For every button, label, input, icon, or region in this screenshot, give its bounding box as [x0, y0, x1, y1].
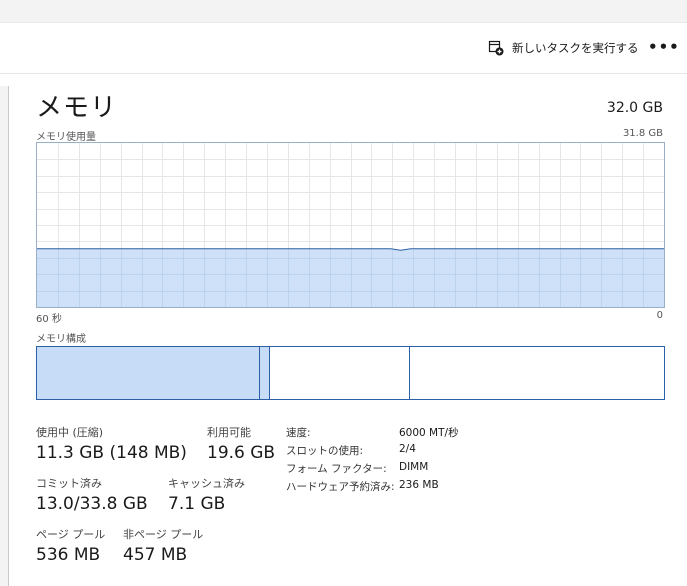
- form-factor-value: DIMM: [399, 461, 429, 473]
- available-label: 利用可能: [207, 426, 251, 439]
- left-panel-edge: [0, 86, 9, 586]
- cached-value: 7.1 GB: [168, 494, 226, 514]
- hw-reserved-value: 236 MB: [399, 479, 439, 491]
- nonpaged-pool-label: 非ページ プール: [123, 528, 204, 541]
- slots-label: スロットの使用:: [286, 445, 364, 457]
- composition-in-use-segment[interactable]: [37, 347, 260, 399]
- page-title: メモリ: [36, 93, 118, 123]
- memory-usage-graph: [36, 142, 665, 308]
- in-use-value: 11.3 GB (148 MB): [36, 443, 187, 463]
- composition-modified-segment[interactable]: [259, 347, 270, 399]
- run-new-task-label: 新しいタスクを実行する: [512, 41, 639, 55]
- graph-time-right-label: 0: [656, 310, 663, 321]
- composition-label: メモリ構成: [36, 334, 86, 345]
- more-options-button[interactable]: •••: [648, 40, 679, 56]
- available-value: 19.6 GB: [207, 443, 276, 463]
- in-use-label: 使用中 (圧縮): [36, 426, 104, 439]
- speed-value: 6000 MT/秒: [399, 427, 459, 439]
- total-memory: 32.0 GB: [606, 100, 663, 116]
- slots-value: 2/4: [399, 443, 416, 455]
- usage-graph-label: メモリ使用量: [36, 132, 96, 143]
- run-new-task-button[interactable]: 新しいタスクを実行する: [488, 39, 639, 57]
- committed-value: 13.0/33.8 GB: [36, 494, 148, 514]
- usage-graph-max-label: 31.8 GB: [622, 128, 663, 139]
- run-new-task-icon: [488, 40, 504, 56]
- memory-composition-bar: [36, 346, 665, 400]
- paged-pool-label: ページ プール: [36, 528, 106, 541]
- hw-reserved-label: ハードウェア予約済み:: [286, 481, 395, 493]
- composition-free-segment[interactable]: [409, 347, 664, 399]
- memory-usage-area: [37, 248, 664, 307]
- composition-standby-segment[interactable]: [269, 347, 410, 399]
- committed-label: コミット済み: [36, 477, 102, 490]
- graph-time-left-label: 60 秒: [36, 314, 62, 325]
- window-title-strip: [0, 0, 687, 23]
- form-factor-label: フォーム ファクター:: [286, 463, 387, 475]
- paged-pool-value: 536 MB: [36, 545, 101, 565]
- toolbar: 新しいタスクを実行する •••: [0, 23, 687, 74]
- memory-usage-plot: [37, 143, 664, 307]
- cached-label: キャッシュ済み: [168, 477, 245, 490]
- nonpaged-pool-value: 457 MB: [123, 545, 188, 565]
- speed-label: 速度:: [286, 427, 311, 439]
